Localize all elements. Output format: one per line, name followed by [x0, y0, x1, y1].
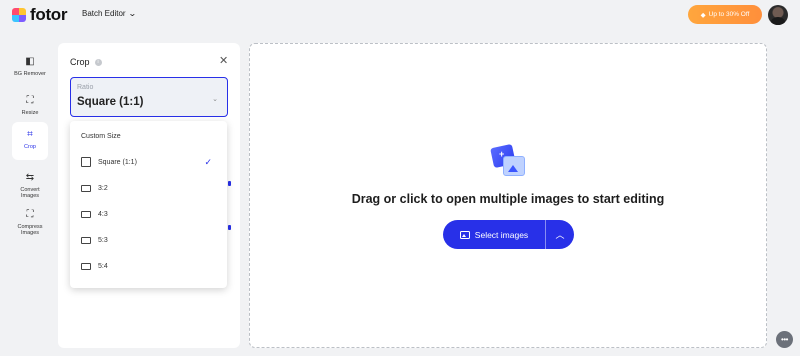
square-ratio-icon: [81, 157, 91, 167]
fotor-logo[interactable]: fotor: [12, 5, 68, 25]
tool-resize[interactable]: ⛶ Resize: [12, 88, 48, 126]
tool-label: Compress Images: [17, 224, 43, 236]
compress-icon: ⛶: [26, 209, 34, 220]
hidden-control-edge: [228, 225, 231, 230]
tool-label: BG Remover: [14, 71, 46, 77]
brand-name: fotor: [30, 5, 68, 24]
option-label: Square (1:1): [98, 158, 137, 166]
ratio-select[interactable]: Ratio Square (1:1) ⌄: [70, 77, 228, 117]
image-icon: [459, 230, 470, 239]
logo-icon: [12, 8, 26, 22]
ratio-rect-icon: [81, 210, 91, 218]
top-bar: fotor Batch Editor ⌄ ◆ Up to 30% Off: [0, 0, 800, 30]
option-4-3[interactable]: 4:3: [70, 202, 227, 226]
resize-icon: ⛶: [26, 95, 34, 106]
close-icon[interactable]: ✕: [219, 54, 228, 67]
option-3-2[interactable]: 3:2: [70, 176, 227, 200]
option-label: 5:3: [98, 236, 108, 244]
option-5-3[interactable]: 5:3: [70, 228, 227, 252]
option-label: 4:3: [98, 210, 108, 218]
select-images-group: Select images ︿: [443, 220, 574, 249]
batch-editor-label: Batch Editor: [82, 9, 126, 18]
select-images-button[interactable]: Select images: [443, 220, 545, 249]
tool-label: Convert Images: [20, 187, 40, 199]
ratio-rect-icon: [81, 262, 91, 270]
option-5-4[interactable]: 5:4: [70, 254, 227, 278]
batch-editor-menu[interactable]: Batch Editor ⌄: [82, 9, 137, 18]
option-label: Custom Size: [81, 132, 121, 140]
tool-bg-remover[interactable]: ◧ BG Remover: [12, 49, 48, 87]
chevron-down-icon: ⌄: [127, 9, 137, 18]
hidden-control-edge: [228, 181, 231, 186]
promo-label: Up to 30% Off: [708, 11, 750, 18]
more-sources-button[interactable]: ︿: [546, 220, 574, 249]
promo-button[interactable]: ◆ Up to 30% Off: [688, 5, 762, 24]
drop-zone-message: Drag or click to open multiple images to…: [351, 192, 665, 206]
bg-remover-icon: ◧: [25, 56, 35, 67]
tool-convert-images[interactable]: ⇆ Convert Images: [12, 165, 48, 203]
ratio-rect-icon: [81, 236, 91, 244]
option-custom-size[interactable]: Custom Size: [70, 124, 227, 148]
tool-label: Resize: [21, 110, 39, 116]
more-options-button[interactable]: •••: [776, 331, 793, 348]
ratio-dropdown: Custom Size Square (1:1) ✓ 3:2 4:3 5:3 5…: [70, 121, 227, 288]
image-drop-zone[interactable]: + Drag or click to open multiple images …: [249, 43, 767, 348]
tool-label: Crop: [24, 144, 36, 150]
panel-title: Crop i: [70, 57, 102, 67]
chevron-up-icon: ︿: [555, 230, 565, 240]
check-icon: ✓: [204, 156, 212, 167]
crop-icon: ⌗: [27, 129, 33, 140]
select-images-label: Select images: [474, 229, 529, 240]
ratio-value: Square (1:1): [77, 96, 144, 108]
diamond-icon: ◆: [700, 11, 706, 19]
tool-crop[interactable]: ⌗ Crop: [12, 122, 48, 160]
upload-images-icon: +: [490, 143, 526, 178]
info-icon[interactable]: i: [94, 58, 102, 66]
option-label: 5:4: [98, 262, 108, 270]
avatar[interactable]: [768, 5, 788, 25]
ratio-rect-icon: [81, 184, 91, 192]
ratio-caption: Ratio: [77, 84, 94, 91]
panel-title-text: Crop: [70, 57, 90, 67]
option-square[interactable]: Square (1:1) ✓: [70, 150, 227, 174]
chevron-down-icon: ⌄: [212, 96, 218, 103]
convert-icon: ⇆: [25, 172, 35, 183]
option-label: 3:2: [98, 184, 108, 192]
tool-compress-images[interactable]: ⛶ Compress Images: [12, 202, 48, 240]
ellipsis-icon: •••: [781, 335, 788, 344]
